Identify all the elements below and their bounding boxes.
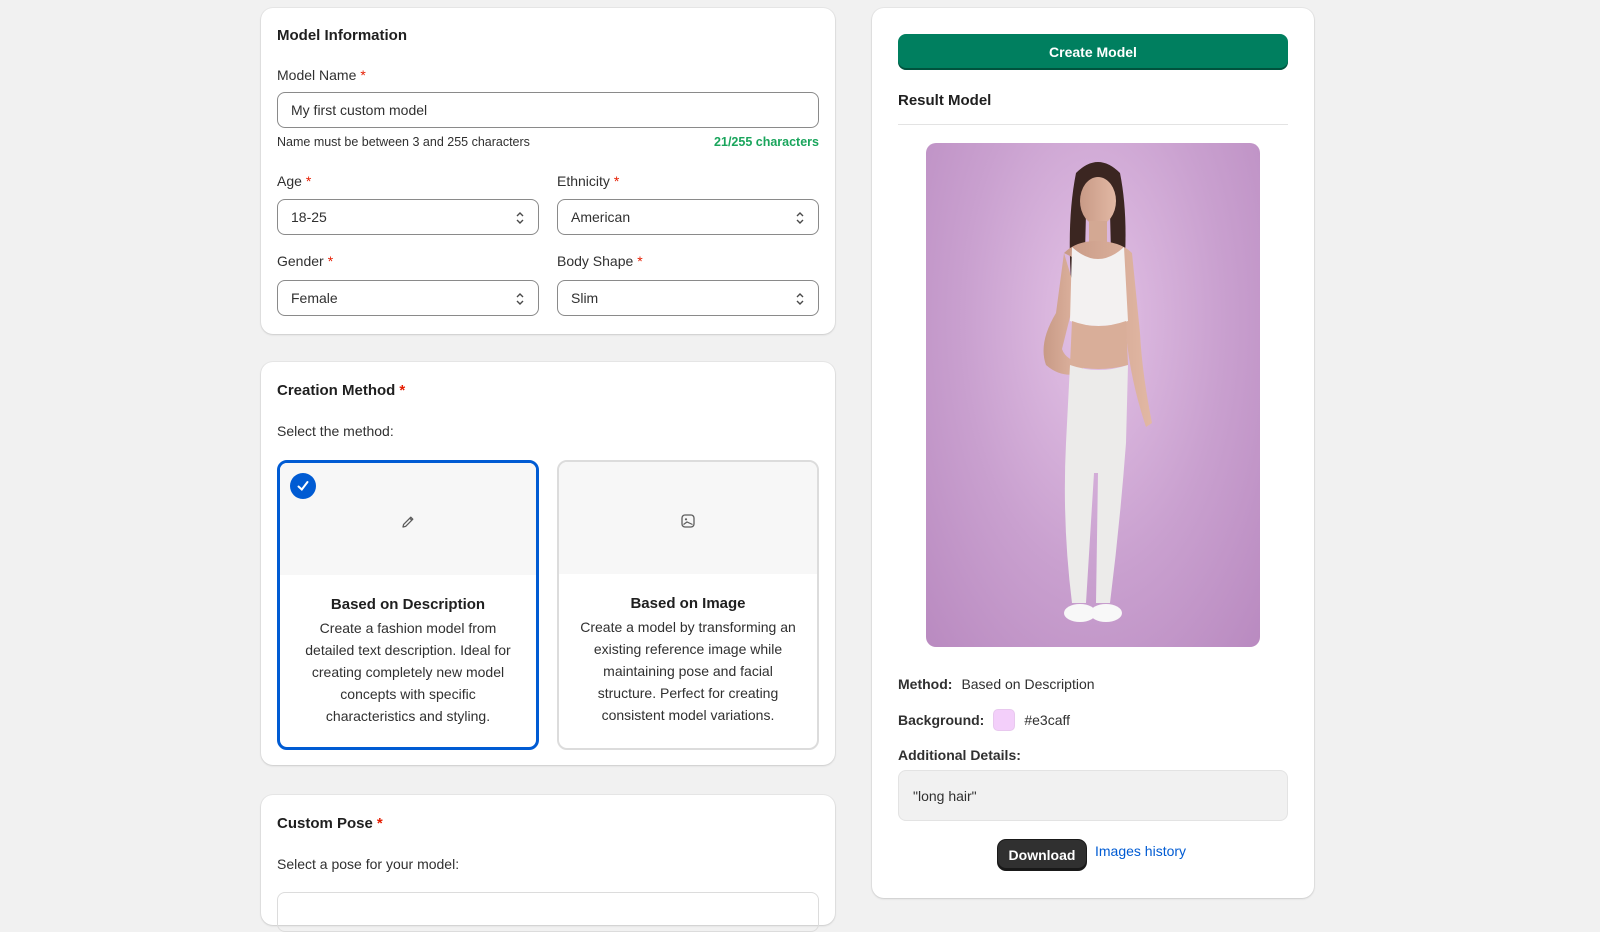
select-chevrons-icon	[516, 212, 524, 224]
creation-method-prompt: Select the method:	[277, 423, 394, 439]
result-method-row: Method: Based on Description	[898, 676, 1095, 692]
result-model-image	[926, 143, 1260, 647]
model-information-card: Model Information Model Name * My first c…	[261, 8, 835, 334]
required-asterisk: *	[613, 173, 620, 189]
method-option-image[interactable]: Based on Image Create a model by transfo…	[557, 460, 819, 750]
download-button[interactable]: Download	[998, 840, 1086, 870]
image-icon	[681, 514, 695, 528]
custom-pose-title: Custom Pose *	[277, 815, 383, 832]
required-asterisk: *	[327, 253, 334, 269]
body-shape-label-text: Body Shape	[557, 253, 634, 269]
model-name-input[interactable]: My first custom model	[277, 92, 819, 128]
selected-check-icon	[290, 473, 316, 499]
result-background-row: Background: #e3caff	[898, 709, 1070, 731]
gender-select-value: Female	[291, 290, 338, 306]
body-shape-select-value: Slim	[571, 290, 599, 306]
custom-pose-title-text: Custom Pose	[277, 815, 373, 832]
required-asterisk: *	[360, 67, 366, 83]
ethnicity-select-value: American	[571, 209, 631, 225]
select-chevrons-icon	[796, 212, 804, 224]
body-shape-select[interactable]: Slim	[557, 280, 819, 316]
age-select-value: 18-25	[291, 209, 327, 225]
additional-details-value: "long hair"	[913, 787, 977, 804]
custom-pose-card: Custom Pose * Select a pose for your mode…	[261, 795, 835, 932]
pose-picker-edge[interactable]	[277, 892, 819, 932]
creation-method-title: Creation Method *	[277, 382, 405, 399]
model-name-label: Model Name *	[277, 67, 366, 83]
ethnicity-label: Ethnicity *	[557, 173, 619, 189]
ethnicity-select[interactable]: American	[557, 199, 819, 235]
pencil-icon	[402, 516, 414, 528]
model-name-help: Name must be between 3 and 255 character…	[277, 135, 530, 149]
age-label-text: Age	[277, 173, 302, 189]
result-details-row: Additional Details:	[898, 747, 1030, 763]
images-history-link[interactable]: Images history	[1095, 843, 1186, 859]
additional-details-box: "long hair"	[898, 770, 1288, 821]
model-name-label-text: Model Name	[277, 67, 357, 83]
creation-method-card: Creation Method * Select the method: Base…	[261, 362, 835, 765]
method-option-description[interactable]: Based on Description Create a fashion mo…	[277, 460, 539, 750]
result-background-value: #e3caff	[1024, 712, 1071, 728]
gender-label-text: Gender	[277, 253, 324, 269]
result-details-label: Additional Details:	[898, 747, 1021, 763]
gender-label: Gender *	[277, 253, 333, 269]
custom-pose-prompt: Select a pose for your model:	[277, 856, 460, 872]
body-shape-label: Body Shape *	[557, 253, 643, 269]
select-chevrons-icon	[796, 293, 804, 305]
select-chevrons-icon	[516, 293, 524, 305]
method-option-description-text: Create a model by transforming an existi…	[580, 619, 796, 723]
age-label: Age *	[277, 173, 311, 189]
create-model-button[interactable]: Create Model	[898, 34, 1288, 70]
result-method-value: Based on Description	[961, 676, 1095, 692]
model-name-counter: 21/255 characters	[714, 135, 819, 149]
model-name-value: My first custom model	[291, 102, 428, 118]
background-color-swatch	[993, 709, 1016, 731]
required-asterisk: *	[399, 382, 406, 399]
age-select[interactable]: 18-25	[277, 199, 539, 235]
creation-method-title-text: Creation Method	[277, 382, 396, 399]
result-divider	[898, 124, 1288, 125]
method-option-description-text: Create a fashion model from detailed tex…	[305, 620, 511, 724]
model-information-title: Model Information	[277, 27, 407, 44]
required-asterisk: *	[376, 815, 383, 832]
method-option-title: Based on Image	[630, 595, 746, 612]
result-model-title: Result Model	[898, 92, 992, 109]
required-asterisk: *	[637, 253, 643, 269]
result-method-label: Method:	[898, 676, 953, 692]
result-background-label: Background:	[898, 712, 985, 728]
model-figure-illustration	[1043, 162, 1152, 622]
required-asterisk: *	[305, 173, 312, 189]
method-option-title: Based on Description	[330, 596, 486, 613]
ethnicity-label-text: Ethnicity	[557, 173, 610, 189]
gender-select[interactable]: Female	[277, 280, 539, 316]
